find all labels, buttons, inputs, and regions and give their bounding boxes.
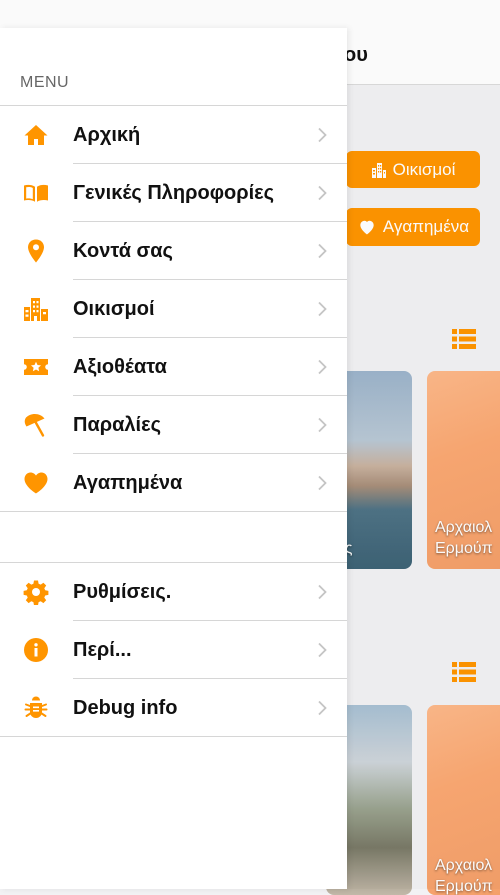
info-icon — [23, 637, 49, 663]
chevron-right-icon — [318, 417, 327, 433]
chevron-right-icon — [318, 359, 327, 375]
menu-item-beaches[interactable]: Παραλίες — [0, 396, 347, 454]
menu-item-label: Αξιοθέατα — [73, 355, 167, 378]
menu-item-label: Debug info — [73, 696, 178, 719]
menu-secondary-group: Ρυθμίσεις. Περί... Debug info — [0, 562, 347, 737]
menu-item-label: Οικισμοί — [73, 297, 155, 320]
divider — [0, 511, 347, 512]
menu-item-label: Αγαπημένα — [73, 471, 183, 494]
heart-icon — [23, 470, 49, 496]
book-icon — [23, 180, 49, 206]
menu-item-debug-info[interactable]: Debug info — [0, 679, 347, 737]
menu-item-label: Ρυθμίσεις. — [73, 580, 172, 603]
menu-item-sights[interactable]: Αξιοθέατα — [0, 338, 347, 396]
beach-umbrella-icon — [23, 412, 49, 438]
side-menu: MENU Αρχική Γενικές Πληροφορίες Κοντά σα… — [0, 28, 347, 889]
menu-item-label: Αρχική — [73, 123, 141, 146]
menu-item-home[interactable]: Αρχική — [0, 106, 347, 164]
home-icon — [23, 122, 49, 148]
menu-item-label: Περί... — [73, 638, 132, 661]
chevron-right-icon — [318, 301, 327, 317]
chevron-right-icon — [318, 127, 327, 143]
menu-primary-group: Αρχική Γενικές Πληροφορίες Κοντά σας Οικ… — [0, 105, 347, 512]
menu-item-settings[interactable]: Ρυθμίσεις. — [0, 563, 347, 621]
buildings-icon — [23, 296, 49, 322]
menu-item-label: Γενικές Πληροφορίες — [73, 181, 275, 204]
menu-item-general-info[interactable]: Γενικές Πληροφορίες — [0, 164, 347, 222]
divider — [0, 736, 347, 737]
menu-item-about[interactable]: Περί... — [0, 621, 347, 679]
chevron-right-icon — [318, 584, 327, 600]
ticket-star-icon — [23, 354, 49, 380]
gear-icon — [23, 579, 49, 605]
menu-header: MENU — [20, 74, 70, 91]
chevron-right-icon — [318, 700, 327, 716]
chevron-right-icon — [318, 642, 327, 658]
menu-item-nearby[interactable]: Κοντά σας — [0, 222, 347, 280]
chevron-right-icon — [318, 475, 327, 491]
menu-item-favorites[interactable]: Αγαπημένα — [0, 454, 347, 512]
location-pin-icon — [23, 238, 49, 264]
bug-icon — [23, 695, 49, 721]
menu-item-label: Παραλίες — [73, 413, 161, 436]
menu-item-label: Κοντά σας — [73, 239, 173, 262]
chevron-right-icon — [318, 185, 327, 201]
menu-item-settlements[interactable]: Οικισμοί — [0, 280, 347, 338]
chevron-right-icon — [318, 243, 327, 259]
